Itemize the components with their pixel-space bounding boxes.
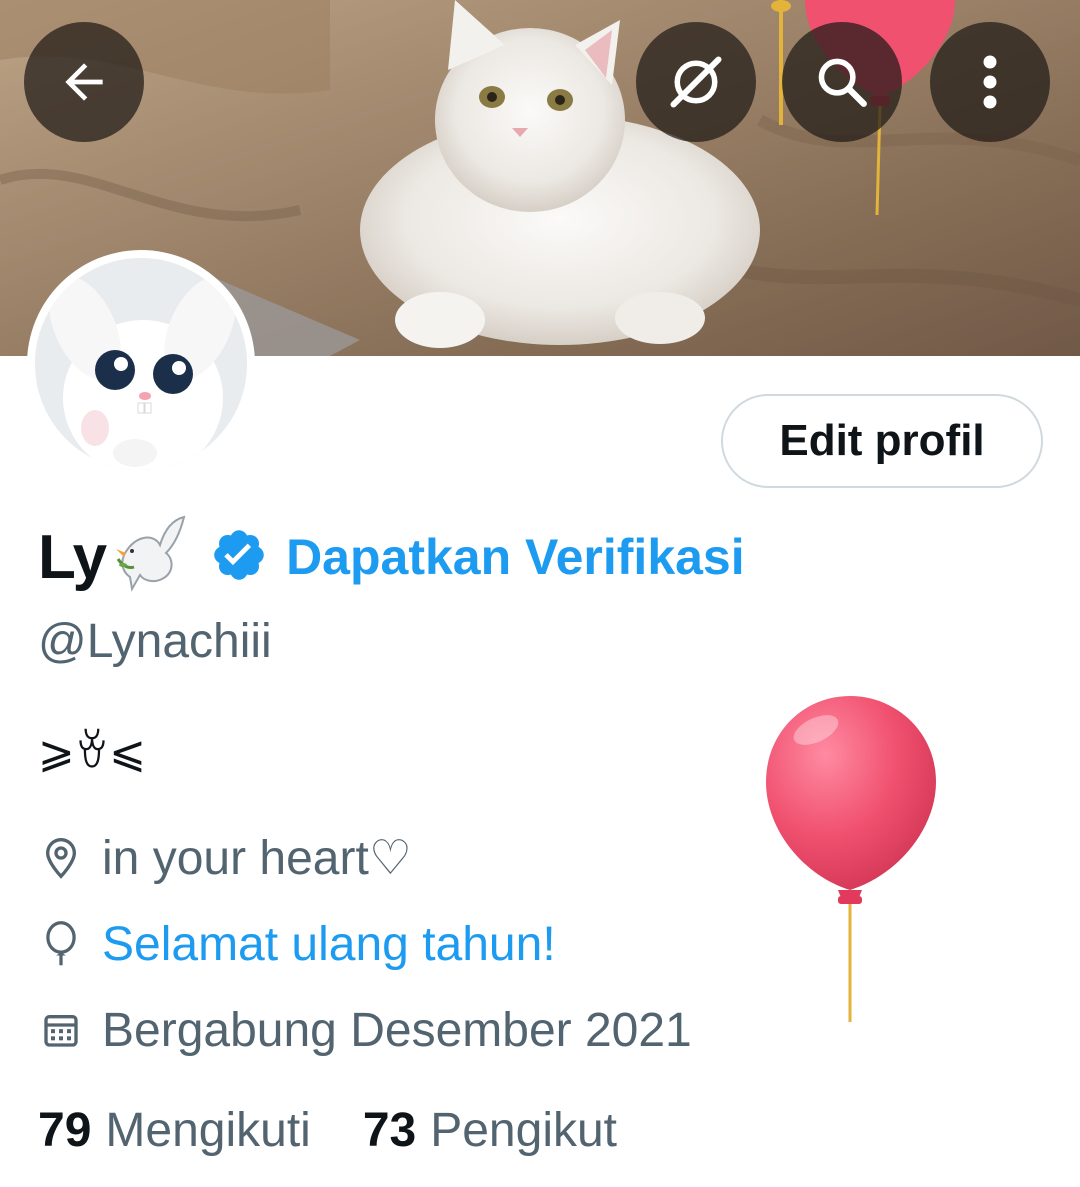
calendar-icon: [38, 1007, 84, 1053]
profile-handle: @Lynachiii: [38, 615, 272, 668]
following-link[interactable]: 79 Mengikuti: [38, 1103, 311, 1158]
search-icon: [818, 58, 867, 107]
arrow-left-icon: [65, 63, 103, 101]
birthday-link[interactable]: Selamat ulang tahun!: [102, 917, 556, 972]
profile-bio: ⩾ꈊ⩽: [38, 727, 147, 778]
joined-text: Bergabung Desember 2021: [102, 1003, 692, 1057]
follow-stats: 79 Mengikuti 73 Pengikut: [38, 1100, 617, 1160]
birthday-balloon: [760, 690, 940, 1035]
followers-count: 73: [362, 1103, 417, 1157]
back-button[interactable]: [24, 22, 144, 142]
grok-button[interactable]: [636, 22, 756, 142]
location-text: in your heart♡: [102, 832, 412, 885]
bunny-avatar-picture: [35, 258, 247, 470]
location-pin-icon: [38, 835, 84, 881]
more-button[interactable]: [930, 22, 1050, 142]
profile-page: Edit profil Ly Dapatkan Verifikasi @Lyna…: [0, 0, 1080, 1187]
more-vertical-icon: [983, 55, 997, 109]
followers-label: Pengikut: [430, 1103, 618, 1157]
following-label: Mengikuti: [105, 1103, 311, 1157]
balloon-icon: [38, 921, 84, 967]
dove-icon: [114, 515, 188, 600]
display-name: Ly: [38, 522, 107, 592]
avatar-image: [35, 258, 247, 470]
grok-icon: [670, 56, 722, 108]
location-row: in your heart♡: [38, 828, 412, 888]
get-verified-link[interactable]: Dapatkan Verifikasi: [286, 528, 745, 586]
avatar[interactable]: [27, 250, 255, 478]
verified-badge-icon[interactable]: [210, 526, 268, 589]
joined-row: Bergabung Desember 2021: [38, 1000, 692, 1060]
followers-link[interactable]: 73 Pengikut: [363, 1103, 617, 1158]
edit-profile-button[interactable]: Edit profil: [721, 394, 1043, 488]
name-row: Ly Dapatkan Verifikasi: [38, 512, 745, 602]
following-count: 79: [38, 1103, 92, 1157]
search-button[interactable]: [782, 22, 902, 142]
birthday-row: Selamat ulang tahun!: [38, 914, 556, 974]
